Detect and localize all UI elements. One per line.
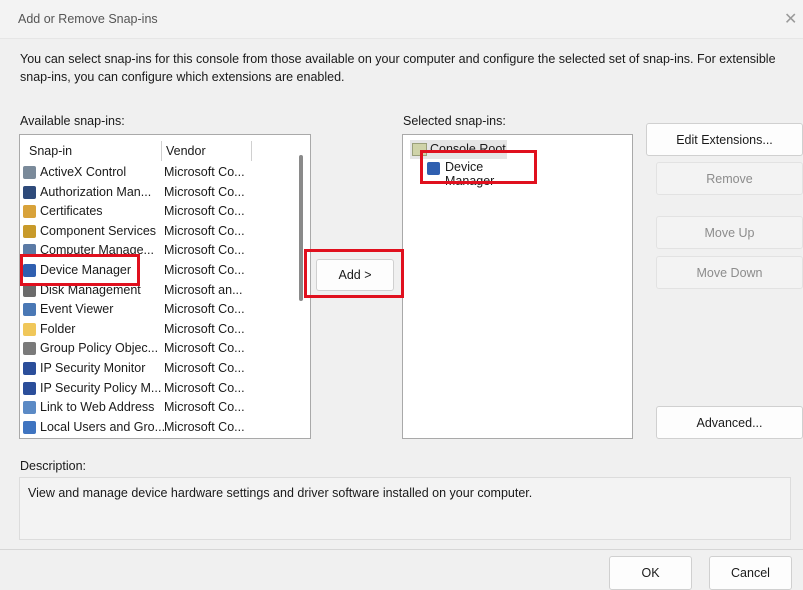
snapin-vendor: Microsoft Co... [164, 243, 245, 258]
link-web-address-icon [23, 401, 36, 415]
snapin-vendor: Microsoft Co... [164, 165, 245, 179]
close-icon[interactable]: ✕ [784, 9, 797, 29]
snapin-vendor: Microsoft Co... [164, 380, 245, 395]
edit-extensions-button[interactable]: Edit Extensions... [646, 123, 803, 156]
cancel-button[interactable]: Cancel [709, 556, 792, 590]
ip-security-monitor-icon [23, 362, 36, 375]
group-policy-icon [23, 342, 36, 356]
snapin-name: Link to Web Address [40, 400, 155, 415]
snapin-vendor: Microsoft an... [164, 282, 243, 297]
snapin-name: IP Security Monitor [40, 361, 146, 375]
certificates-icon [23, 205, 36, 219]
folder-icon [23, 322, 36, 336]
activex-icon [23, 166, 36, 179]
advanced-button[interactable]: Advanced... [656, 406, 803, 439]
snapin-row[interactable]: Authorization Man... Microsoft Co... [20, 183, 290, 202]
snapin-name: Local Users and Gro... [40, 419, 164, 434]
description-text: View and manage device hardware settings… [28, 486, 533, 500]
highlight-device-manager-available [20, 254, 140, 286]
authorization-icon [23, 185, 36, 199]
list-scrollbar-thumb[interactable] [299, 155, 303, 301]
ok-button[interactable]: OK [609, 556, 692, 590]
column-divider[interactable] [251, 141, 252, 161]
snapin-row[interactable]: Group Policy Objec... Microsoft Co... [20, 339, 290, 358]
snapin-row[interactable]: Event Viewer Microsoft Co... [20, 300, 290, 319]
snapin-vendor: Microsoft Co... [164, 361, 245, 375]
snapin-name: Certificates [40, 204, 103, 219]
snapin-row[interactable]: Certificates Microsoft Co... [20, 202, 290, 221]
snapin-row[interactable]: IP Security Policy M... Microsoft Co... [20, 379, 290, 398]
remove-button[interactable]: Remove [656, 162, 803, 195]
ip-security-policy-icon [23, 381, 36, 395]
snapin-vendor: Microsoft Co... [164, 184, 245, 199]
move-up-button[interactable]: Move Up [656, 216, 803, 249]
column-header-snapin[interactable]: Snap-in [29, 144, 72, 158]
snapin-vendor: Microsoft Co... [164, 400, 245, 415]
snapin-name: Folder [40, 321, 76, 336]
highlight-add-button [304, 249, 404, 298]
snapin-row[interactable]: Local Users and Gro... Microsoft Co... [20, 418, 290, 437]
snapin-vendor: Microsoft Co... [164, 419, 245, 434]
event-viewer-icon [23, 303, 36, 317]
snapin-name: Group Policy Objec... [40, 341, 159, 356]
description-box: View and manage device hardware settings… [19, 477, 791, 540]
snapin-row[interactable]: Folder Microsoft Co... [20, 320, 290, 339]
column-header-vendor[interactable]: Vendor [166, 144, 206, 158]
snapin-rows: ActiveX Control Microsoft Co... Authorizat… [20, 163, 296, 438]
snapin-vendor: Microsoft Co... [164, 204, 245, 219]
snapin-row[interactable]: ActiveX Control Microsoft Co... [20, 163, 290, 182]
snapin-row[interactable]: Link to Web Address Microsoft Co... [20, 398, 290, 417]
snapin-vendor: Microsoft Co... [164, 341, 245, 356]
snapin-name: Authorization Man... [40, 184, 152, 199]
intro-text: You can select snap-ins for this console… [20, 52, 776, 84]
local-users-icon [23, 420, 36, 434]
snapin-name: ActiveX Control [40, 165, 127, 179]
selected-snapins-label: Selected snap-ins: [403, 114, 506, 128]
snapin-row[interactable]: Component Services Microsoft Co... [20, 222, 290, 241]
snapin-vendor: Microsoft Co... [164, 321, 245, 336]
move-down-button[interactable]: Move Down [656, 256, 803, 289]
snapin-row[interactable]: IP Security Monitor Microsoft Co... [20, 359, 290, 378]
available-snapins-label: Available snap-ins: [20, 114, 125, 128]
highlight-device-manager-selected [420, 150, 537, 184]
window-title: Add or Remove Snap-ins [18, 12, 158, 26]
snapin-name: IP Security Policy M... [40, 380, 162, 395]
snapin-name: Component Services [40, 223, 157, 238]
available-snapins-list[interactable]: Snap-in Vendor ActiveX Control Microsoft … [19, 134, 311, 439]
description-label: Description: [20, 459, 86, 473]
column-divider[interactable] [161, 141, 162, 161]
snapin-vendor: Microsoft Co... [164, 302, 245, 317]
snapin-vendor: Microsoft Co... [164, 223, 245, 238]
component-services-icon [23, 224, 36, 238]
footer-divider [0, 549, 803, 550]
snapin-vendor: Microsoft Co... [164, 263, 245, 277]
snapin-name: Event Viewer [40, 302, 114, 317]
